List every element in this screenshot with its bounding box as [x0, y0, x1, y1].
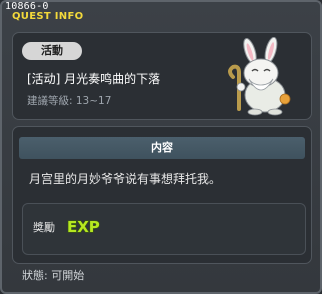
quest-status: 狀態: 可開始 — [22, 269, 85, 282]
content-section-header: 内容 — [19, 137, 305, 159]
quest-header-panel: 活動 [活动] 月光奏鸣曲的下落 建議等級: 13~17 — [12, 32, 312, 120]
quest-name: [活动] 月光奏鸣曲的下落 — [27, 72, 161, 86]
window-title: QUEST INFO — [12, 11, 84, 22]
reward-box: 獎勵 EXP — [22, 203, 306, 255]
reward-label: 獎勵 — [33, 221, 55, 234]
category-badge: 活動 — [22, 42, 82, 60]
exp-text: EXP — [67, 218, 100, 236]
exp-icon: EXP — [66, 217, 100, 236]
quest-info-window: 10866-0 QUEST INFO 活動 [活动] 月光奏鸣曲的下落 建議等級… — [0, 0, 322, 294]
recommended-level: 建議等級: 13~17 — [27, 95, 112, 107]
quest-content-panel: 内容 月宫里的月妙爷爷说有事想拜托我。 獎勵 EXP — [12, 126, 312, 264]
quest-description: 月宫里的月妙爷爷说有事想拜托我。 — [29, 172, 222, 186]
rabbit-npc-icon — [228, 37, 291, 116]
